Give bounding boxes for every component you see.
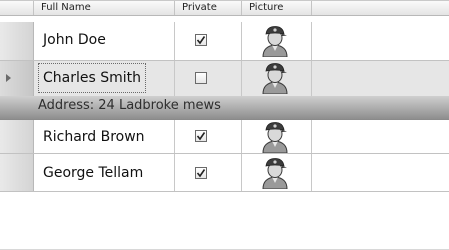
private-checkbox[interactable] [195, 34, 207, 46]
row-indicator[interactable] [0, 154, 34, 191]
row-indicator[interactable] [0, 22, 34, 60]
column-header-private[interactable]: Private [175, 1, 242, 15]
picture-cell [242, 22, 312, 60]
grid-header: Full Name Private Picture [0, 1, 449, 16]
full-name-cell[interactable]: John Doe [34, 22, 175, 60]
picture-cell [242, 120, 312, 153]
private-cell[interactable] [175, 22, 242, 60]
row-detail-panel: Address: 24 Ladbroke mews [0, 96, 449, 120]
person-avatar-icon [262, 122, 288, 153]
data-grid: Full Name Private Picture John Doe Charl… [0, 0, 449, 250]
table-row[interactable]: Richard Brown [0, 120, 449, 154]
row-indicator-header [0, 1, 34, 15]
full-name-cell[interactable]: Richard Brown [34, 120, 175, 153]
checkmark-icon [196, 36, 206, 45]
full-name-text: Charles Smith [38, 63, 147, 93]
private-checkbox[interactable] [195, 130, 207, 142]
full-name-cell[interactable]: Charles Smith [34, 61, 175, 96]
picture-cell [242, 61, 312, 96]
address-detail-text: Address: 24 Ladbroke mews [38, 98, 221, 113]
private-cell[interactable] [175, 61, 242, 96]
private-checkbox[interactable] [195, 72, 207, 84]
private-cell[interactable] [175, 120, 242, 153]
checkmark-icon [196, 169, 206, 178]
private-cell[interactable] [175, 154, 242, 191]
person-avatar-icon [262, 158, 288, 189]
column-header-picture[interactable]: Picture [242, 1, 312, 15]
table-row[interactable]: John Doe [0, 22, 449, 61]
picture-cell [242, 154, 312, 191]
current-row-arrow-icon [6, 74, 11, 82]
private-checkbox[interactable] [195, 167, 207, 179]
checkmark-icon [196, 132, 206, 141]
table-row[interactable]: George Tellam [0, 154, 449, 192]
column-header-full-name[interactable]: Full Name [34, 1, 175, 15]
person-avatar-icon [262, 63, 288, 94]
full-name-cell[interactable]: George Tellam [34, 154, 175, 191]
column-header-filler [312, 1, 449, 15]
table-row-selected[interactable]: Charles Smith [0, 61, 449, 96]
row-indicator[interactable] [0, 61, 34, 96]
row-indicator[interactable] [0, 120, 34, 153]
person-avatar-icon [262, 26, 288, 57]
